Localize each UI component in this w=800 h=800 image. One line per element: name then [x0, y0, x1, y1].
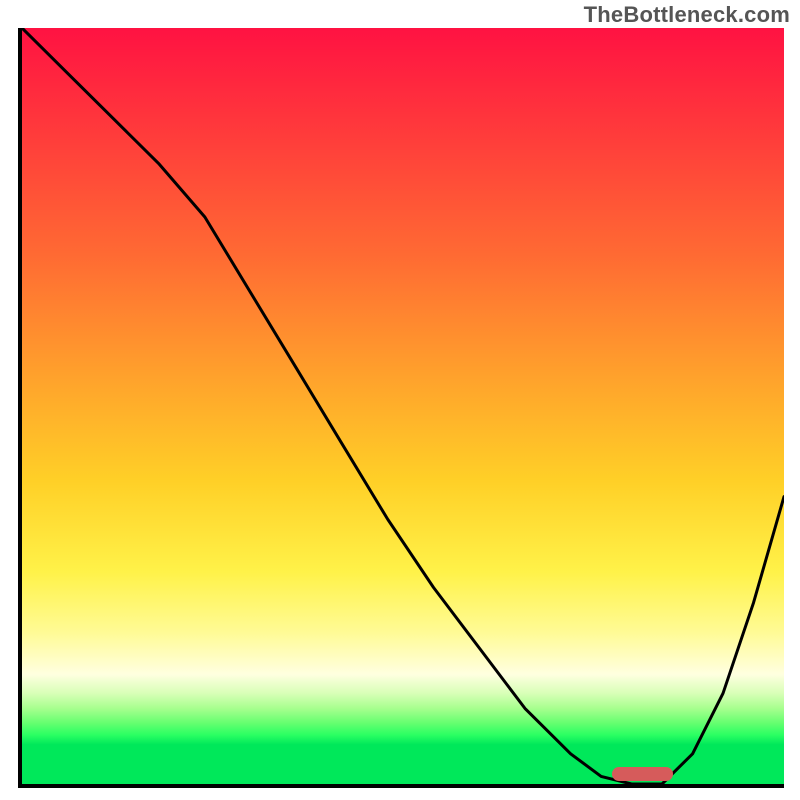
curve-layer — [22, 28, 784, 784]
plot-area — [18, 28, 784, 788]
watermark-text: TheBottleneck.com — [584, 2, 790, 28]
optimal-range-marker — [612, 767, 673, 781]
bottleneck-curve — [22, 28, 784, 784]
bottleneck-chart: TheBottleneck.com — [0, 0, 800, 800]
